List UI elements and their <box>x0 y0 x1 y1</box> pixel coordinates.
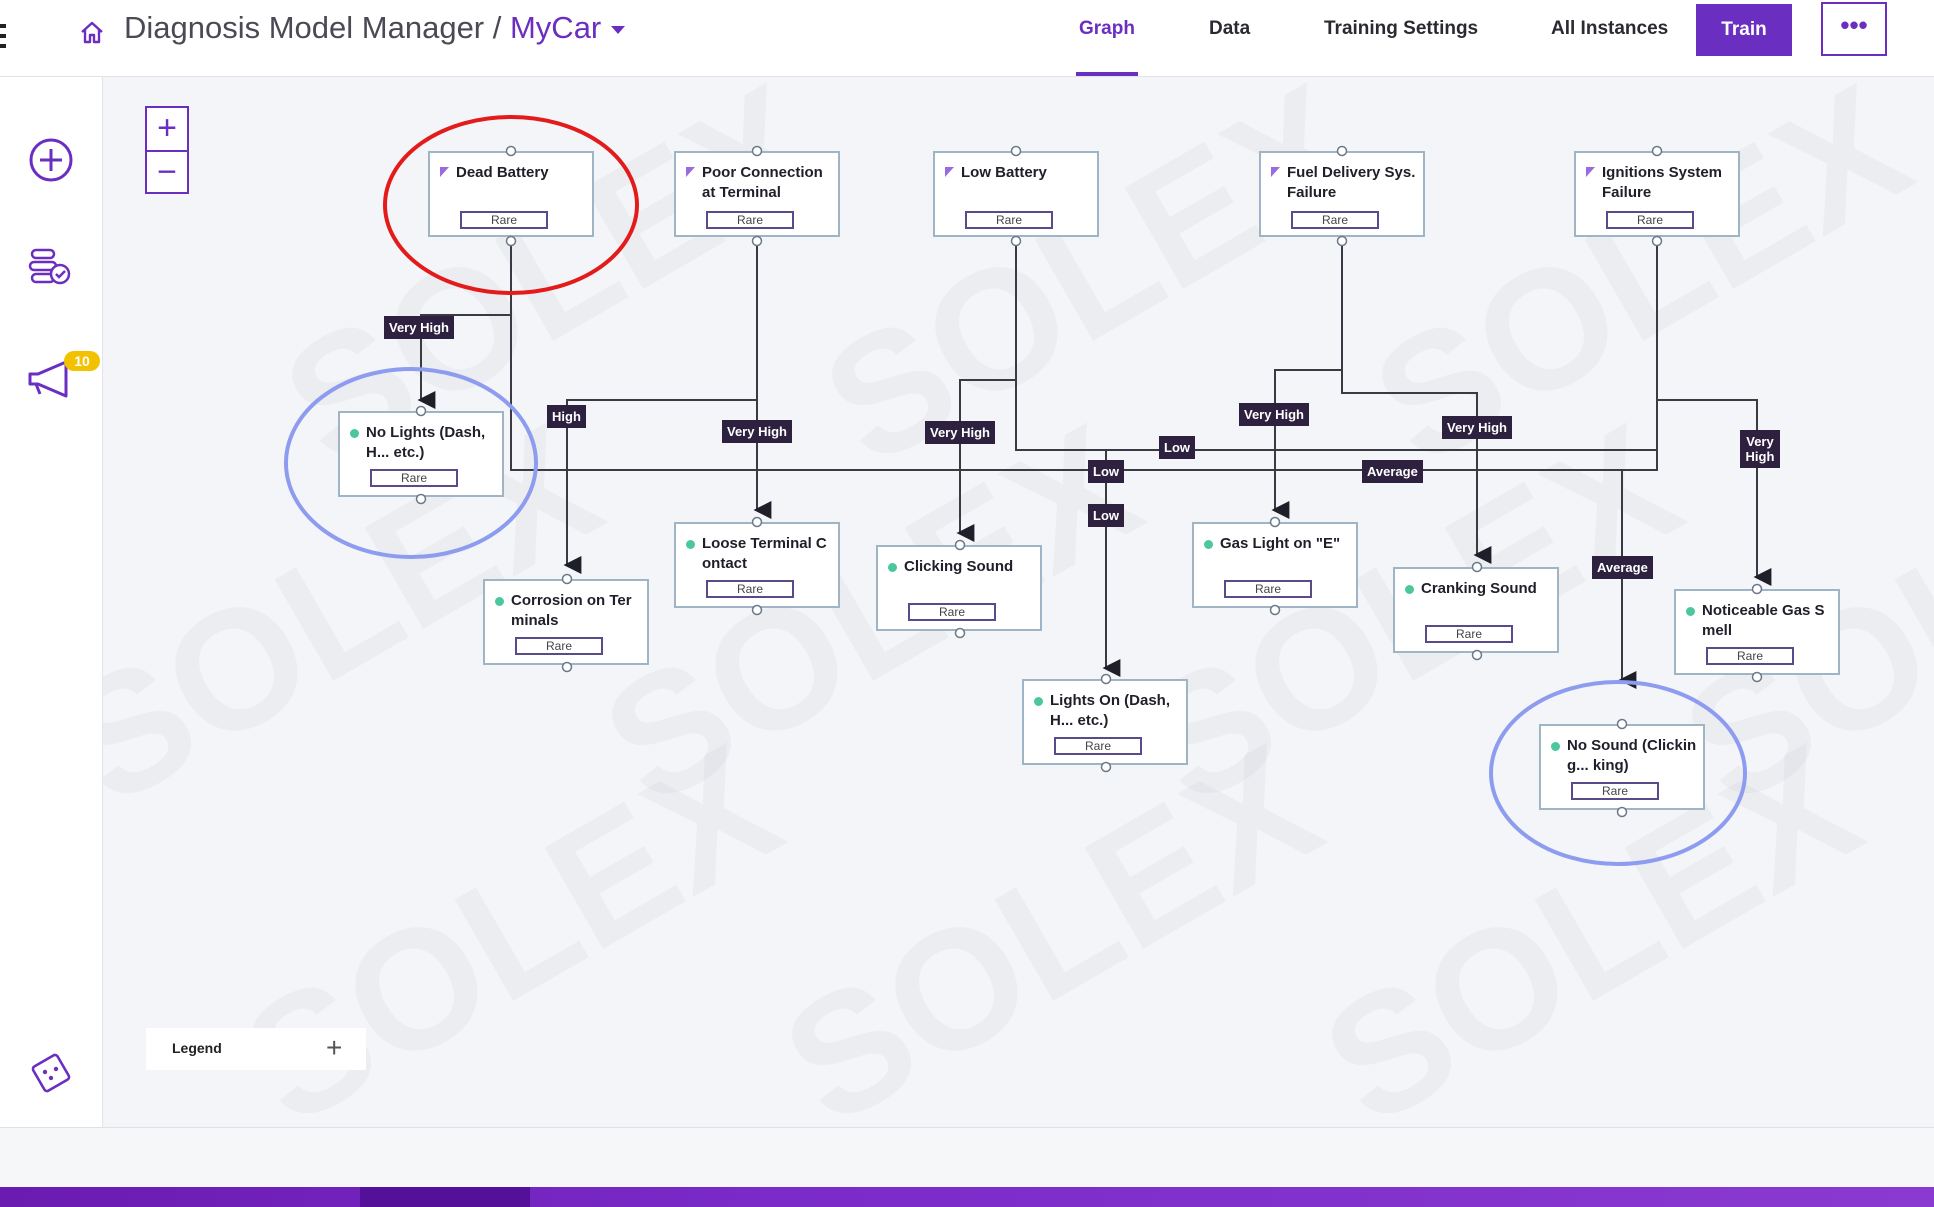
annotation-red-circle <box>383 115 639 295</box>
bottom-bar-segment <box>360 1187 530 1207</box>
footer-bar <box>0 1127 1934 1188</box>
annotations <box>284 115 1747 866</box>
annotation-blue-circle <box>284 367 538 559</box>
bottom-accent-bar <box>0 1187 1934 1207</box>
annotation-blue-circle <box>1489 680 1747 866</box>
